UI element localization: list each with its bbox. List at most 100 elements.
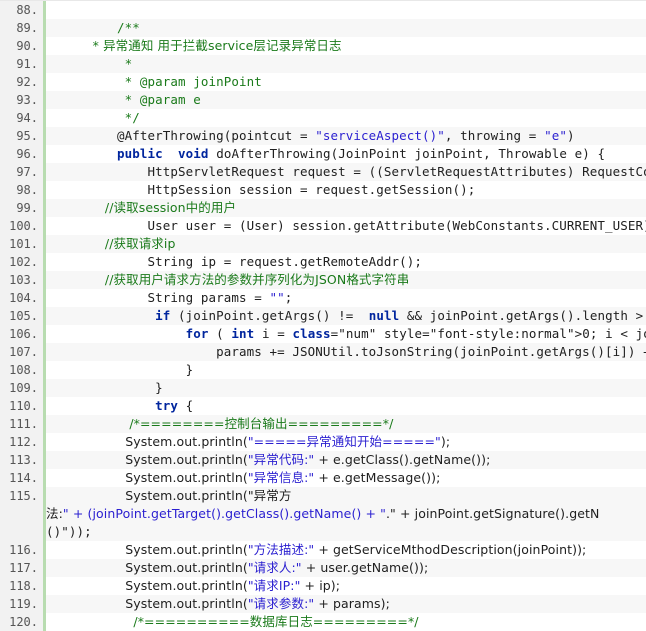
code-line-118[interactable]: System.out.println("请求IP:" + ip); <box>45 577 646 595</box>
code-row[interactable]: 89. /** <box>0 19 646 37</box>
code-line-113[interactable]: System.out.println("异常代码:" + e.getClass(… <box>45 451 646 469</box>
code-row[interactable]: 93. * @param e <box>0 91 646 109</box>
code-line-115-row1[interactable]: System.out.println("异常方 <box>45 487 646 505</box>
code-row[interactable]: 102. String ip = request.getRemoteAddr()… <box>0 253 646 271</box>
code-row[interactable]: 114. System.out.println("异常信息:" + e.getM… <box>0 469 646 487</box>
code-line-88[interactable] <box>45 1 646 19</box>
code-row[interactable]: 92. * @param joinPoint <box>0 73 646 91</box>
code-row[interactable]: 105. if (joinPoint.getArgs() != null && … <box>0 307 646 325</box>
code-row[interactable]: 119. System.out.println("请求参数:" + params… <box>0 595 646 613</box>
code-line-105[interactable]: if (joinPoint.getArgs() != null && joinP… <box>45 307 646 325</box>
code-row[interactable]: 101. //获取请求ip <box>0 235 646 253</box>
code-line-106[interactable]: for ( int i = class="num" style="font-st… <box>45 325 646 343</box>
code-line-115-row2[interactable]: 法:" + (joinPoint.getTarget().getClass().… <box>45 505 646 523</box>
code-line-104[interactable]: String params = ""; <box>45 289 646 307</box>
code-row[interactable]: 95. @AfterThrowing(pointcut = "serviceAs… <box>0 127 646 145</box>
code-row-115-continuation[interactable]: ()")); <box>0 523 646 541</box>
code-text: System.out.println("异常代码:" + e.getClass(… <box>56 452 490 467</box>
code-row-115-wrapped[interactable]: 115. System.out.println("异常方 <box>0 487 646 505</box>
code-row[interactable]: 99. //读取session中的用户 <box>0 199 646 217</box>
code-row[interactable]: 118. System.out.println("请求IP:" + ip); <box>0 577 646 595</box>
code-row[interactable]: 117. System.out.println("请求人:" + user.ge… <box>0 559 646 577</box>
code-text: public void doAfterThrowing(JoinPoint jo… <box>56 146 605 161</box>
line-number: 109. <box>0 379 45 397</box>
code-line-120[interactable]: /*==========数据库日志=========*/ <box>45 613 646 631</box>
code-row[interactable]: 90. * 异常通知 用于拦截service层记录异常日志 <box>0 37 646 55</box>
code-line-90[interactable]: * 异常通知 用于拦截service层记录异常日志 <box>45 37 646 55</box>
code-text: String ip = request.getRemoteAddr(); <box>56 254 422 269</box>
code-row[interactable]: 111. /*========控制台输出=========*/ <box>0 415 646 433</box>
line-number: 91. <box>0 55 45 73</box>
line-number: 95. <box>0 127 45 145</box>
code-text: System.out.println("异常方 <box>56 488 291 503</box>
code-row[interactable]: 106. for ( int i = class="num" style="fo… <box>0 325 646 343</box>
code-line-98[interactable]: HttpSession session = request.getSession… <box>45 181 646 199</box>
code-row[interactable]: 88. <box>0 1 646 19</box>
code-text: /** <box>56 20 140 35</box>
code-line-96[interactable]: public void doAfterThrowing(JoinPoint jo… <box>45 145 646 163</box>
code-line-94[interactable]: */ <box>45 109 646 127</box>
code-text: * <box>56 56 132 71</box>
code-text: HttpSession session = request.getSession… <box>56 182 475 197</box>
code-line-115-row3[interactable]: ()")); <box>45 523 646 541</box>
code-text: /*========控制台输出=========*/ <box>56 416 393 431</box>
code-row[interactable]: 112. System.out.println("=====异常通知开始====… <box>0 433 646 451</box>
code-line-112[interactable]: System.out.println("=====异常通知开始====="); <box>45 433 646 451</box>
code-row[interactable]: 98. HttpSession session = request.getSes… <box>0 181 646 199</box>
code-row[interactable]: 108. } <box>0 361 646 379</box>
code-line-101[interactable]: //获取请求ip <box>45 235 646 253</box>
code-line-116[interactable]: System.out.println("方法描述:" + getServiceM… <box>45 541 646 559</box>
code-row[interactable]: 96. public void doAfterThrowing(JoinPoin… <box>0 145 646 163</box>
line-number: 98. <box>0 181 45 199</box>
code-line-89[interactable]: /** <box>45 19 646 37</box>
line-number: 107. <box>0 343 45 361</box>
code-text: params += JSONUtil.toJsonString(joinPoin… <box>56 344 646 359</box>
code-text: System.out.println("请求IP:" + ip); <box>56 578 340 593</box>
code-line-109[interactable]: } <box>45 379 646 397</box>
line-number: 119. <box>0 595 45 613</box>
line-number: 101. <box>0 235 45 253</box>
code-line-91[interactable]: * <box>45 55 646 73</box>
code-row[interactable]: 97. HttpServletRequest request = ((Servl… <box>0 163 646 181</box>
code-row-115-continuation[interactable]: 法:" + (joinPoint.getTarget().getClass().… <box>0 505 646 523</box>
code-text: System.out.println("异常信息:" + e.getMessag… <box>56 470 440 485</box>
code-line-114[interactable]: System.out.println("异常信息:" + e.getMessag… <box>45 469 646 487</box>
code-line-97[interactable]: HttpServletRequest request = ((ServletRe… <box>45 163 646 181</box>
code-row[interactable]: 113. System.out.println("异常代码:" + e.getC… <box>0 451 646 469</box>
line-number: 108. <box>0 361 45 379</box>
code-row[interactable]: 107. params += JSONUtil.toJsonString(joi… <box>0 343 646 361</box>
code-row[interactable]: 116. System.out.println("方法描述:" + getSer… <box>0 541 646 559</box>
code-row[interactable]: 94. */ <box>0 109 646 127</box>
code-line-110[interactable]: try { <box>45 397 646 415</box>
code-line-108[interactable]: } <box>45 361 646 379</box>
code-line-100[interactable]: User user = (User) session.getAttribute(… <box>45 217 646 235</box>
code-text: System.out.println("方法描述:" + getServiceM… <box>56 542 586 557</box>
line-number: 114. <box>0 469 45 487</box>
line-number: 103. <box>0 271 45 289</box>
code-viewer[interactable]: 88. 89. /** 90. * 异常通知 用于拦截service层记录异常日… <box>0 0 646 631</box>
line-number: 110. <box>0 397 45 415</box>
code-line-119[interactable]: System.out.println("请求参数:" + params); <box>45 595 646 613</box>
line-number: 89. <box>0 19 45 37</box>
code-line-103[interactable]: //获取用户请求方法的参数并序列化为JSON格式字符串 <box>45 271 646 289</box>
code-line-107[interactable]: params += JSONUtil.toJsonString(joinPoin… <box>45 343 646 361</box>
code-row[interactable]: 103. //获取用户请求方法的参数并序列化为JSON格式字符串 <box>0 271 646 289</box>
code-row[interactable]: 104. String params = ""; <box>0 289 646 307</box>
code-line-117[interactable]: System.out.println("请求人:" + user.getName… <box>45 559 646 577</box>
code-row[interactable]: 109. } <box>0 379 646 397</box>
code-line-92[interactable]: * @param joinPoint <box>45 73 646 91</box>
code-line-93[interactable]: * @param e <box>45 91 646 109</box>
code-line-95[interactable]: @AfterThrowing(pointcut = "serviceAspect… <box>45 127 646 145</box>
code-row[interactable]: 100. User user = (User) session.getAttri… <box>0 217 646 235</box>
code-row[interactable]: 110. try { <box>0 397 646 415</box>
code-row[interactable]: 120. /*==========数据库日志=========*/ <box>0 613 646 631</box>
code-text: * @param joinPoint <box>56 74 262 89</box>
code-text: 法:" + (joinPoint.getTarget().getClass().… <box>46 506 600 521</box>
code-row[interactable]: 91. * <box>0 55 646 73</box>
code-line-111[interactable]: /*========控制台输出=========*/ <box>45 415 646 433</box>
line-number: 104. <box>0 289 45 307</box>
code-line-99[interactable]: //读取session中的用户 <box>45 199 646 217</box>
code-line-102[interactable]: String ip = request.getRemoteAddr(); <box>45 253 646 271</box>
code-text: * 异常通知 用于拦截service层记录异常日志 <box>56 38 342 53</box>
code-text: HttpServletRequest request = ((ServletRe… <box>56 164 646 179</box>
